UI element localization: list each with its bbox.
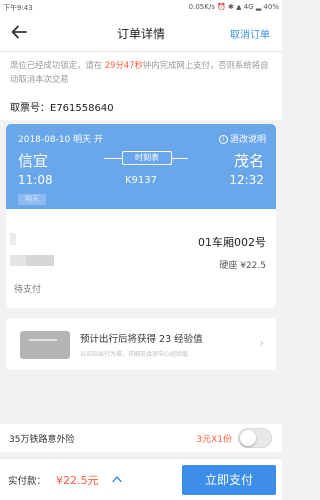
chevron-up-icon[interactable] [112,475,122,483]
payment-amount: ¥22.5元 [56,474,99,487]
schedule-button[interactable]: 时刻表 [122,151,172,165]
day-tag: 明天 [18,194,46,205]
countdown-timer: 29分47秒 [104,60,143,70]
carriage-seat-number: 01车厢002号 [198,236,266,249]
to-station: 茂名 [233,152,264,170]
arrival-time: 12:32 [229,173,264,187]
payment-bar: 实付款： ¥22.5元 立即支付 [0,458,282,500]
status-indicators: 0.05K/s ⏰ ✱ ▲ 4G ▂ 40% [188,3,279,11]
chevron-right-icon: › [259,336,264,350]
insurance-row: 35万铁路意外险 3元X1份 [0,424,282,452]
redacted-passenger-name [10,233,16,245]
experience-points-text: 预计出行后将获得 23 经验值 [80,334,203,345]
experience-points-card[interactable]: 预计出行后将获得 23 经验值 以实际出行为准，详细见会员中心经验值 › [6,318,276,370]
ticket-number-label: 取票号： [10,103,50,114]
member-card-icon [20,331,70,359]
redacted-id-number-part [26,255,54,266]
status-time: 下午9:43 [3,4,33,12]
refund-policy-link[interactable]: i 退改说明 [218,132,266,145]
payment-notice: 席位已经成功锁定，请在 29分47秒钟内完成网上支付，否则系统将自动取消本次交易 [0,52,282,92]
payment-status: 待支付 [14,285,42,295]
ticket-number-row: 取票号：E761558640 [0,92,282,120]
insurance-toggle[interactable] [238,428,272,448]
payment-label: 实付款： [8,476,47,487]
ticket-number-value: E761558640 [50,103,114,114]
experience-points-subtext: 以实际出行为准，详细见会员中心经验值 [80,351,189,358]
insurance-price: 3元X1份 [196,435,232,445]
passenger-card: 01车厢002号 硬座 ¥22.5 待支付 [6,209,276,308]
refund-policy-label: 退改说明 [229,135,266,145]
pay-now-button[interactable]: 立即支付 [182,465,276,495]
seat-type-price: 硬座 ¥22.5 [219,261,266,271]
from-station: 信宜 [18,152,49,170]
toggle-knob [240,430,256,446]
insurance-label: 35万铁路意外险 [9,435,75,445]
status-bar: 下午9:43 0.05K/s ⏰ ✱ ▲ 4G ▂ 40% [0,0,282,14]
info-icon: i [218,135,228,144]
departure-date: 2018-08-10 明天 开 [18,135,104,145]
notice-prefix: 席位已经成功锁定，请在 [10,60,105,70]
trip-card: 2018-08-10 明天 开 i 退改说明 信宜 茂名 时刻表 11:08 K9… [6,124,276,209]
cancel-order-button[interactable]: 取消订单 [230,26,270,41]
nav-bar: 订单详情 取消订单 [0,14,282,52]
